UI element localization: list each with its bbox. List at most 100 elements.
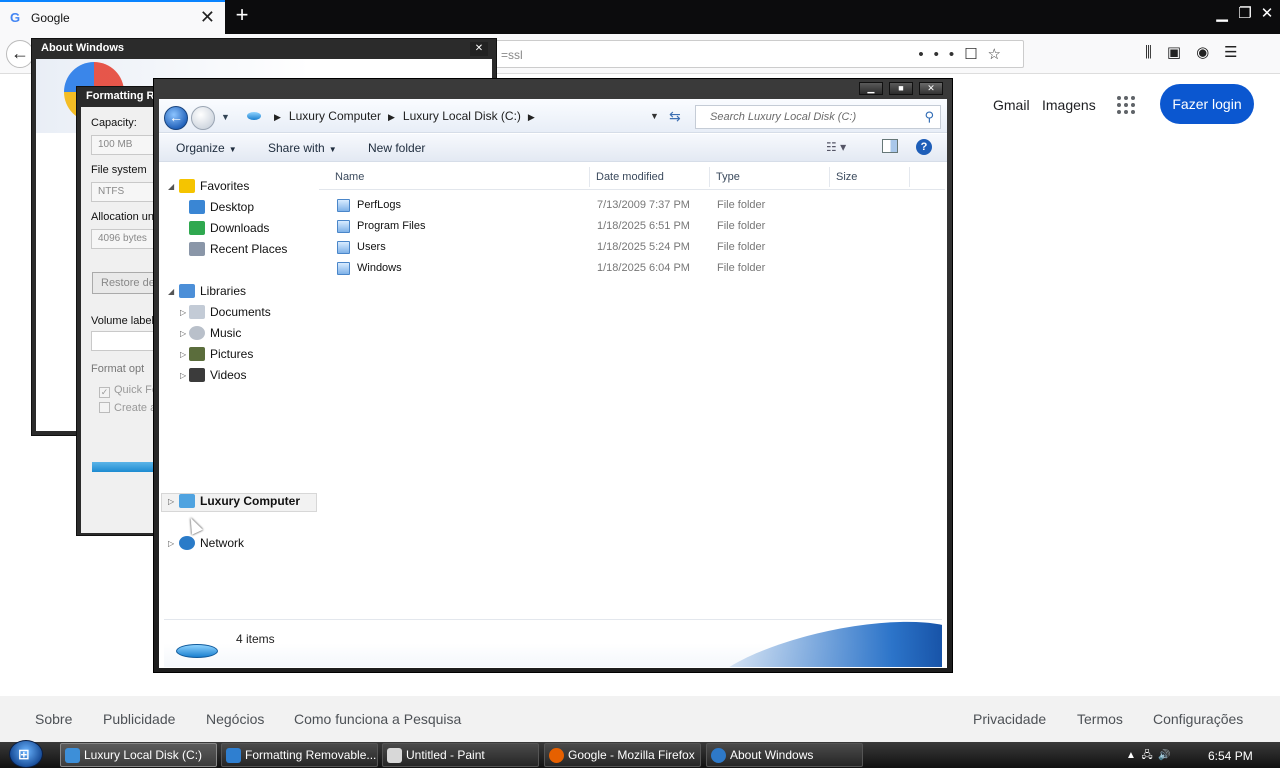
taskbar-format-button[interactable]: Formatting Removable...	[221, 743, 378, 767]
expand-network-icon[interactable]: ▷	[168, 539, 174, 548]
taskbar-firefox-button[interactable]: Google - Mozilla Firefox	[544, 743, 701, 767]
expand-libraries-icon[interactable]: ◢	[168, 287, 174, 296]
column-date-modified[interactable]: Date modified	[596, 171, 664, 183]
column-name[interactable]: Name	[335, 171, 364, 183]
nav-downloads[interactable]: Downloads	[189, 221, 269, 235]
help-icon[interactable]: ?	[916, 139, 932, 155]
nav-luxury-computer[interactable]: Luxury Computer	[179, 494, 300, 508]
preview-pane-icon[interactable]	[882, 139, 898, 153]
view-options-icon[interactable]: ☷ ▾	[826, 140, 846, 154]
network-icon	[179, 536, 195, 550]
folder-icon	[337, 220, 350, 233]
nav-videos[interactable]: Videos	[189, 368, 246, 382]
file-row[interactable]: Windows 1/18/2025 6:04 PM File folder	[331, 260, 931, 278]
file-row[interactable]: PerfLogs 7/13/2009 7:37 PM File folder	[331, 197, 931, 215]
breadcrumb-computer[interactable]: Luxury Computer	[289, 109, 381, 123]
column-type[interactable]: Type	[716, 171, 740, 183]
nav-pictures[interactable]: Pictures	[189, 347, 253, 361]
nav-recent-places[interactable]: Recent Places	[189, 242, 287, 256]
download-icon	[189, 221, 205, 235]
explorer-icon	[65, 748, 80, 763]
firefox-icon	[549, 748, 564, 763]
file-name: PerfLogs	[357, 199, 402, 211]
expand-pictures-icon[interactable]: ▷	[180, 350, 186, 359]
explorer-window[interactable]: ▁ ■ ✕ ← ▼ ▶ Luxury Computer ▶ Luxury Local …	[153, 78, 953, 673]
taskbar-paint-button[interactable]: Untitled - Paint	[382, 743, 539, 767]
footer-link-terms[interactable]: Termos	[1077, 711, 1123, 727]
expand-computer-icon[interactable]: ▷	[168, 497, 174, 506]
taskbar-explorer-button[interactable]: Luxury Local Disk (C:)	[60, 743, 217, 767]
footer-link-how-search-works[interactable]: Como funciona a Pesquisa	[294, 711, 461, 727]
nav-music[interactable]: Music	[189, 326, 241, 340]
breadcrumb-separator-icon[interactable]: ▶	[274, 112, 281, 122]
file-row[interactable]: Program Files 1/18/2025 6:51 PM File fol…	[331, 218, 931, 236]
expand-documents-icon[interactable]: ▷	[180, 308, 186, 317]
expand-music-icon[interactable]: ▷	[180, 329, 186, 338]
share-with-button[interactable]: Share with ▼	[268, 141, 337, 155]
refresh-icon[interactable]: ⇆	[669, 108, 681, 125]
footer-link-advertising[interactable]: Publicidade	[103, 711, 175, 727]
start-button[interactable]: ⊞	[9, 740, 43, 768]
address-dropdown-icon[interactable]: ▼	[650, 111, 659, 121]
new-folder-button[interactable]: New folder	[368, 141, 425, 155]
tab-close-icon[interactable]: ✕	[200, 7, 215, 28]
expand-favorites-icon[interactable]: ◢	[168, 182, 174, 191]
windows-logo-icon: ⊞	[18, 746, 30, 762]
nav-network[interactable]: Network	[179, 536, 244, 550]
recent-pages-icon[interactable]: ▼	[221, 112, 230, 122]
minimize-icon[interactable]: ▁	[1211, 4, 1233, 22]
gmail-link[interactable]: Gmail	[993, 97, 1030, 113]
search-box[interactable]: Search Luxury Local Disk (C:) ⚲	[695, 105, 941, 129]
close-window-icon[interactable]: ✕	[1256, 4, 1278, 22]
explorer-close-icon[interactable]: ✕	[919, 82, 943, 95]
about-close-icon[interactable]: ✕	[470, 42, 488, 56]
expand-videos-icon[interactable]: ▷	[180, 371, 186, 380]
nav-libraries[interactable]: Libraries	[179, 284, 246, 298]
documents-icon	[189, 305, 205, 319]
column-size[interactable]: Size	[836, 171, 857, 183]
file-name: Windows	[357, 262, 402, 274]
new-tab-button[interactable]: +	[231, 2, 253, 28]
taskbar-clock[interactable]: 6:54 PM	[1208, 749, 1253, 763]
footer-link-privacy[interactable]: Privacidade	[973, 711, 1046, 727]
address-bar: ← ▼ ▶ Luxury Computer ▶ Luxury Local Disk (…	[159, 99, 947, 133]
drive-icon	[176, 644, 218, 658]
volume-label-label: Volume label	[91, 315, 154, 327]
explorer-minimize-icon[interactable]: ▁	[859, 82, 883, 95]
computer-crumb-icon	[247, 112, 261, 120]
breadcrumb-separator-icon[interactable]: ▶	[388, 112, 395, 122]
nav-back-icon[interactable]: ←	[164, 106, 188, 130]
images-link[interactable]: Imagens	[1042, 97, 1096, 113]
nav-desktop[interactable]: Desktop	[189, 200, 254, 214]
taskbar-about-button[interactable]: About Windows	[706, 743, 863, 767]
page-actions-icon[interactable]: •••☐☆	[918, 45, 1011, 63]
url-bar[interactable]: =ssl •••☐☆	[494, 40, 1024, 68]
videos-icon	[189, 368, 205, 382]
footer-link-about[interactable]: Sobre	[35, 711, 72, 727]
nav-documents[interactable]: Documents	[189, 305, 271, 319]
login-button[interactable]: Fazer login	[1160, 84, 1254, 124]
search-placeholder: Search Luxury Local Disk (C:)	[710, 111, 857, 123]
breadcrumb-disk[interactable]: Luxury Local Disk (C:)	[403, 109, 521, 123]
nav-forward-icon[interactable]	[191, 106, 215, 130]
organize-button[interactable]: Organize ▼	[176, 141, 237, 155]
file-date: 1/18/2025 6:51 PM	[597, 220, 690, 232]
system-tray-icons[interactable]: ▲ 🖧 🔊	[1126, 748, 1171, 765]
back-icon[interactable]: ←	[6, 40, 34, 68]
format-icon	[226, 748, 241, 763]
create-checkbox[interactable]: Create a	[99, 402, 156, 414]
footer-link-business[interactable]: Negócios	[206, 711, 264, 727]
apps-grid-icon[interactable]	[1117, 96, 1135, 114]
toolbar-icons[interactable]: ⫼▣◉☰	[1145, 43, 1253, 61]
quick-format-checkbox[interactable]: ✓ Quick Fo	[99, 384, 158, 398]
restore-icon[interactable]: ❐	[1234, 4, 1256, 22]
file-row[interactable]: Users 1/18/2025 5:24 PM File folder	[331, 239, 931, 257]
browser-tab-google[interactable]: G Google ✕	[0, 0, 225, 34]
breadcrumb[interactable]: ▶ Luxury Computer ▶ Luxury Local Disk (C:) ▶	[247, 109, 543, 123]
breadcrumb-separator-icon[interactable]: ▶	[528, 112, 535, 122]
folder-icon	[337, 262, 350, 275]
search-icon[interactable]: ⚲	[924, 109, 934, 125]
nav-favorites[interactable]: Favorites	[179, 179, 249, 193]
explorer-maximize-icon[interactable]: ■	[889, 82, 913, 95]
footer-link-settings[interactable]: Configurações	[1153, 711, 1243, 727]
